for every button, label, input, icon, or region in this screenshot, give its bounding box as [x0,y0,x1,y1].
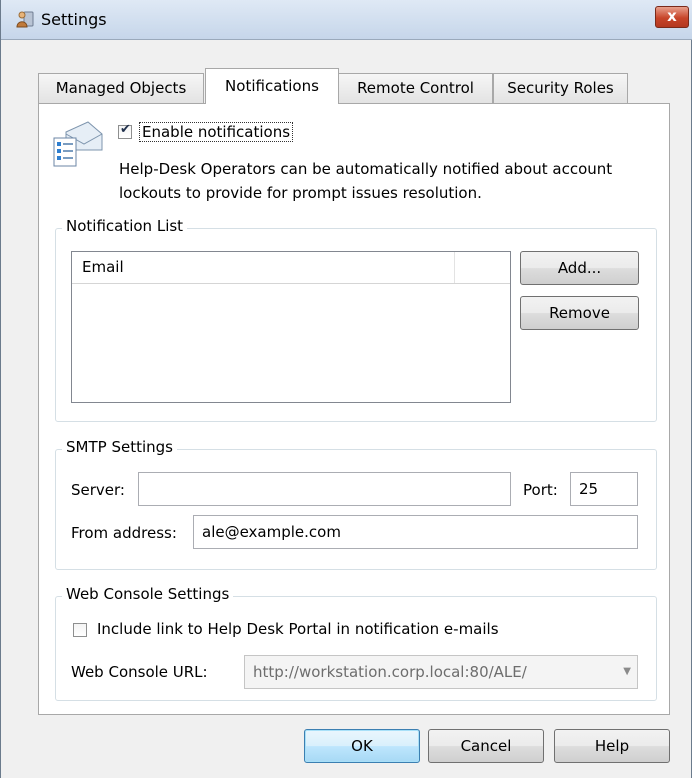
tab-label: Notifications [225,77,319,95]
notification-email-list[interactable]: Email [71,251,511,403]
from-address-label: From address: [71,524,177,542]
column-separator[interactable] [454,252,455,283]
from-address-input[interactable]: ale@example.com [193,515,638,549]
tab-remote-control[interactable]: Remote Control [338,73,493,103]
web-console-url-dropdown[interactable]: http://workstation.corp.local:80/ALE/ ▼ [244,655,638,689]
web-console-settings-title: Web Console Settings [62,585,234,603]
remove-button[interactable]: Remove [520,296,639,330]
tab-security-roles[interactable]: Security Roles [493,73,628,103]
port-input[interactable]: 25 [570,472,638,506]
notification-list-title: Notification List [62,217,188,235]
ok-button-label: OK [351,737,373,755]
tab-notifications[interactable]: Notifications [205,68,339,104]
tab-label: Managed Objects [55,79,187,97]
help-button-label: Help [594,737,630,755]
web-console-url-value: http://workstation.corp.local:80/ALE/ [253,663,527,681]
chevron-down-icon[interactable]: ▼ [623,656,631,688]
close-button[interactable]: x [655,6,689,28]
server-label: Server: [71,481,125,499]
checkmark-icon: ✔ [120,122,131,137]
add-button-label: Add... [557,259,602,277]
web-console-url-label: Web Console URL: [71,663,208,681]
cancel-button[interactable]: Cancel [428,729,544,763]
list-header: Email [72,252,510,284]
settings-dialog: Settings x Managed Objects Notifications… [0,0,692,778]
notifications-description: Help-Desk Operators can be automatically… [119,160,613,202]
notification-envelope-icon [53,121,103,167]
settings-app-icon [16,11,34,28]
server-input[interactable] [138,472,511,506]
tab-label: Remote Control [357,79,474,97]
add-button[interactable]: Add... [520,251,639,285]
tab-label: Security Roles [507,79,614,97]
enable-notifications-label[interactable]: Enable notifications [139,122,294,142]
tab-managed-objects[interactable]: Managed Objects [38,73,204,103]
email-column-header[interactable]: Email [82,258,124,276]
include-link-label[interactable]: Include link to Help Desk Portal in noti… [97,620,499,638]
help-button[interactable]: Help [554,729,670,763]
close-icon: x [667,7,677,25]
smtp-settings-title: SMTP Settings [62,438,177,456]
window-title: Settings [41,10,107,29]
title-bar[interactable]: Settings x [1,0,692,40]
remove-button-label: Remove [549,304,610,322]
ok-button[interactable]: OK [304,729,420,763]
include-link-checkbox[interactable] [73,623,87,637]
smtp-settings-group [55,449,657,570]
port-label: Port: [523,481,558,499]
cancel-button-label: Cancel [460,737,512,755]
enable-notifications-checkbox[interactable]: ✔ [118,122,132,139]
